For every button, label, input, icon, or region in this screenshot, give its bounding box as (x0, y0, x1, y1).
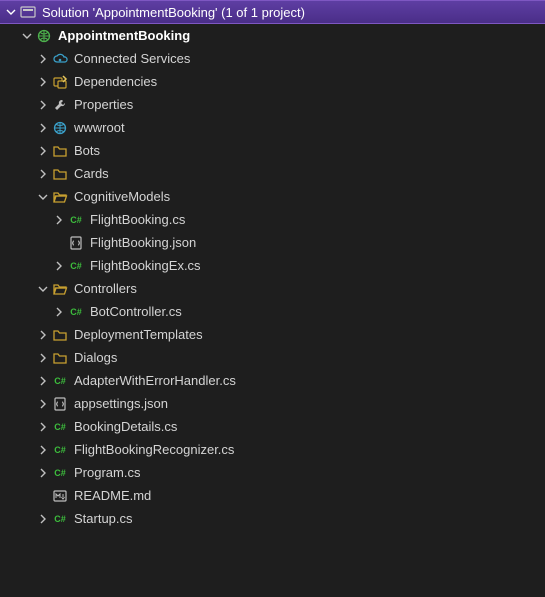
expand-arrow-icon[interactable] (4, 5, 18, 19)
csproj-icon (36, 28, 52, 44)
collapse-arrow-icon[interactable] (36, 52, 50, 66)
collapse-arrow-icon[interactable] (36, 144, 50, 158)
node-label: Program.cs (74, 465, 140, 480)
node-label: FlightBooking.cs (90, 212, 185, 227)
collapse-arrow-icon[interactable] (36, 443, 50, 457)
node-label: BookingDetails.cs (74, 419, 177, 434)
expand-arrow-icon[interactable] (36, 282, 50, 296)
collapse-arrow-icon[interactable] (36, 397, 50, 411)
node-label: Dependencies (74, 74, 157, 89)
tree-item-botcontroller-cs[interactable]: C# BotController.cs (0, 300, 545, 323)
collapse-arrow-icon[interactable] (36, 75, 50, 89)
node-label: FlightBookingEx.cs (90, 258, 201, 273)
node-label: Cards (74, 166, 109, 181)
expand-arrow-icon[interactable] (36, 190, 50, 204)
tree-item-dialogs[interactable]: Dialogs (0, 346, 545, 369)
node-label: Controllers (74, 281, 137, 296)
solution-explorer[interactable]: Solution 'AppointmentBooking' (1 of 1 pr… (0, 0, 545, 597)
csharp-file-icon: C# (52, 511, 68, 527)
csharp-file-icon: C# (52, 419, 68, 435)
tree-item-appsettings-json[interactable]: appsettings.json (0, 392, 545, 415)
collapse-arrow-icon[interactable] (36, 512, 50, 526)
tree-item-flightbooking-json[interactable]: · FlightBooking.json (0, 231, 545, 254)
tree-item-connected-services[interactable]: Connected Services (0, 47, 545, 70)
node-label: Dialogs (74, 350, 117, 365)
node-label: Startup.cs (74, 511, 133, 526)
collapse-arrow-icon[interactable] (36, 374, 50, 388)
folder-open-icon (52, 281, 68, 297)
node-label: DeploymentTemplates (74, 327, 203, 342)
collapse-arrow-icon[interactable] (36, 420, 50, 434)
node-label: Bots (74, 143, 100, 158)
tree-item-controllers[interactable]: Controllers (0, 277, 545, 300)
collapse-arrow-icon[interactable] (36, 121, 50, 135)
solution-label: Solution 'AppointmentBooking' (1 of 1 pr… (42, 5, 305, 20)
node-label: Properties (74, 97, 133, 112)
csharp-file-icon: C# (52, 373, 68, 389)
tree-item-wwwroot[interactable]: wwwroot (0, 116, 545, 139)
node-label: FlightBookingRecognizer.cs (74, 442, 234, 457)
tree-item-cognitivemodels[interactable]: CognitiveModels (0, 185, 545, 208)
tree-item-flightbookingrecognizer-cs[interactable]: C# FlightBookingRecognizer.cs (0, 438, 545, 461)
folder-icon (52, 143, 68, 159)
node-label: Connected Services (74, 51, 190, 66)
markdown-file-icon (52, 488, 68, 504)
folder-icon (52, 327, 68, 343)
solution-icon (20, 4, 36, 20)
tree-item-cards[interactable]: Cards (0, 162, 545, 185)
collapse-arrow-icon[interactable] (52, 305, 66, 319)
folder-icon (52, 350, 68, 366)
tree-item-bots[interactable]: Bots (0, 139, 545, 162)
json-file-icon (52, 396, 68, 412)
cloud-icon (52, 51, 68, 67)
globe-icon (52, 120, 68, 136)
node-label: README.md (74, 488, 151, 503)
tree-item-deploymenttemplates[interactable]: DeploymentTemplates (0, 323, 545, 346)
solution-node[interactable]: Solution 'AppointmentBooking' (1 of 1 pr… (0, 0, 545, 24)
csharp-file-icon: C# (52, 442, 68, 458)
node-label: CognitiveModels (74, 189, 170, 204)
tree-item-bookingdetails-cs[interactable]: C# BookingDetails.cs (0, 415, 545, 438)
csharp-file-icon: C# (68, 212, 84, 228)
tree-item-startup-cs[interactable]: C# Startup.cs (0, 507, 545, 530)
node-label: AdapterWithErrorHandler.cs (74, 373, 236, 388)
folder-icon (52, 166, 68, 182)
project-node[interactable]: AppointmentBooking (0, 24, 545, 47)
collapse-arrow-icon[interactable] (36, 98, 50, 112)
collapse-arrow-icon[interactable] (36, 351, 50, 365)
node-label: appsettings.json (74, 396, 168, 411)
csharp-file-icon: C# (68, 304, 84, 320)
tree-item-adapter-cs[interactable]: C# AdapterWithErrorHandler.cs (0, 369, 545, 392)
csharp-file-icon: C# (52, 465, 68, 481)
tree-item-readme-md[interactable]: · README.md (0, 484, 545, 507)
collapse-arrow-icon[interactable] (52, 259, 66, 273)
node-label: BotController.cs (90, 304, 182, 319)
collapse-arrow-icon[interactable] (36, 167, 50, 181)
csharp-file-icon: C# (68, 258, 84, 274)
expand-arrow-icon[interactable] (20, 29, 34, 43)
collapse-arrow-icon[interactable] (52, 213, 66, 227)
dependencies-icon (52, 74, 68, 90)
tree-item-flightbooking-cs[interactable]: C# FlightBooking.cs (0, 208, 545, 231)
json-file-icon (68, 235, 84, 251)
collapse-arrow-icon[interactable] (36, 328, 50, 342)
node-label: FlightBooking.json (90, 235, 196, 250)
node-label: wwwroot (74, 120, 125, 135)
project-label: AppointmentBooking (58, 28, 190, 43)
tree-item-dependencies[interactable]: Dependencies (0, 70, 545, 93)
tree-item-program-cs[interactable]: C# Program.cs (0, 461, 545, 484)
tree-item-flightbookingex-cs[interactable]: C# FlightBookingEx.cs (0, 254, 545, 277)
collapse-arrow-icon[interactable] (36, 466, 50, 480)
wrench-icon (52, 97, 68, 113)
tree-item-properties[interactable]: Properties (0, 93, 545, 116)
folder-open-icon (52, 189, 68, 205)
